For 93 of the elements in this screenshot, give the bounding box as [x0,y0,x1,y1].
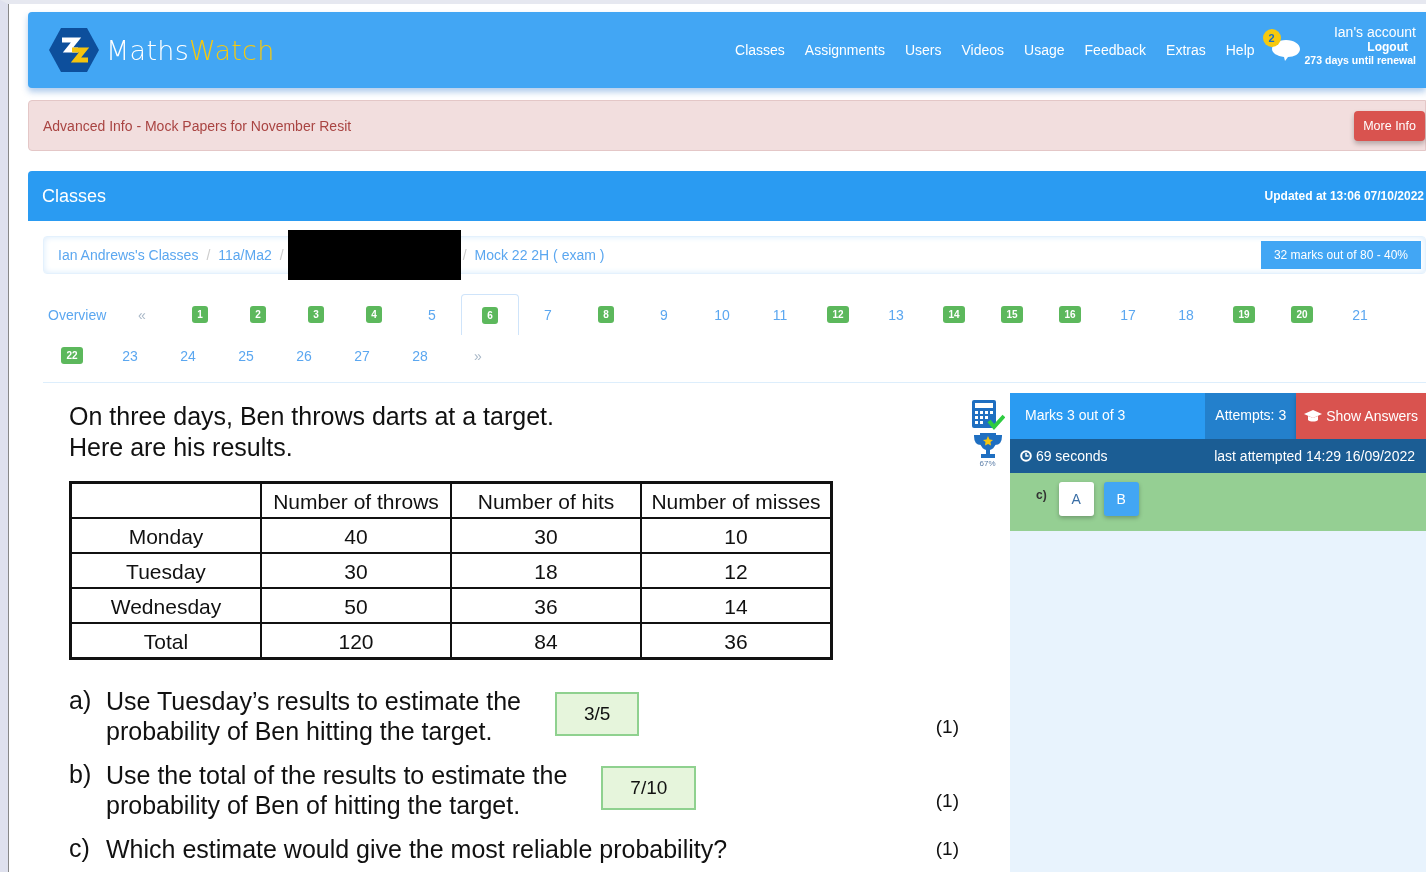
part-letter: c) [1036,488,1047,502]
marks-text: (1) [935,838,959,860]
overview-tab[interactable]: Overview [43,294,113,335]
question-tab[interactable]: 20 [1273,294,1331,335]
next-arrow[interactable]: » [449,335,507,376]
marks-summary: Marks 3 out of 3 [1024,406,1127,425]
question-tab[interactable]: 5 [403,294,461,335]
part-text: Use the total of the results to estimate the probability of Ben of hitting the target. [106,760,568,820]
answer-option-button[interactable]: B [1103,482,1139,516]
score-label: 32 marks out of 80 - 40% [1260,241,1421,269]
table-cell: 36 [451,588,641,623]
marks-text: (1) [935,716,959,738]
question-tab[interactable]: 16 [1041,294,1099,335]
breadcrumb-separator: / [279,247,284,263]
nav-link[interactable]: Classes [725,42,795,58]
part-letter: b) [69,760,93,789]
question-tab[interactable]: 18 [1157,294,1215,335]
question-tab[interactable]: 13 [867,294,925,335]
question-tab[interactable]: 23 [101,335,159,376]
question-tab[interactable]: 9 [635,294,693,335]
question-tab[interactable]: 7 [519,294,577,335]
nav-link[interactable]: Feedback [1074,42,1157,58]
question-tab[interactable]: 10 [693,294,751,335]
nav-link[interactable]: Extras [1156,42,1216,58]
row-label: Wednesday [70,588,261,623]
last-attempted-text: last attempted 14:29 16/09/2022 [1214,448,1415,464]
logo-icon [48,26,100,74]
question-tab[interactable]: 15 [983,294,1041,335]
part-text: Use Tuesday’s results to estimate the probability of Ben hitting the target. [106,686,521,746]
updated-text: Updated at 13:06 07/10/2022 [1264,189,1424,203]
more-info-button[interactable]: More Info [1354,110,1425,141]
logout-link[interactable]: Logout [1367,40,1408,54]
question-tab[interactable]: 26 [275,335,333,376]
breadcrumb-link[interactable]: Ian Andrews's Classes [58,247,199,263]
graduation-cap-icon [1304,410,1323,422]
question-tab[interactable]: 25 [217,335,275,376]
part-letter: c) [69,834,91,863]
table-cell: 50 [261,588,451,623]
answer-box[interactable]: 3/5 [555,692,640,736]
trophy-percent: 67% [979,459,996,468]
clock-icon [1020,450,1032,462]
renewal-text: 273 days until renewal [1304,54,1416,66]
table-cell: 40 [261,518,451,553]
breadcrumb-link[interactable]: 11a/Ma2 [218,247,272,263]
column-header: Number of misses [641,482,832,518]
previous-arrow[interactable]: « [113,294,171,335]
message-count-badge: 2 [1262,29,1281,47]
calculator-icon[interactable] [970,399,1005,431]
breadcrumb-separator: / [206,247,211,263]
question-tab[interactable]: 12 [809,294,867,335]
table-cell: 18 [451,553,641,588]
breadcrumb-separator: / [462,247,467,263]
question-tab[interactable]: 17 [1099,294,1157,335]
attempts-label: Attempts: 3 [1205,393,1297,439]
answer-box[interactable]: 7/10 [601,766,697,810]
question-tab[interactable]: 4 [345,294,403,335]
question-tab[interactable]: 6 [461,294,519,335]
answer-option-button[interactable]: A [1058,482,1094,516]
time-text: 69 seconds [1020,448,1108,464]
nav-link[interactable]: Users [894,42,952,58]
question-tab[interactable]: 3 [287,294,345,335]
nav-link[interactable]: Assignments [794,42,895,58]
table-cell: 30 [451,518,641,553]
question-tab[interactable]: 2 [229,294,287,335]
column-header: Number of throws [261,482,451,518]
question-tab[interactable]: 1 [171,294,229,335]
part-text: Which estimate would give the most reliable probability? [106,834,728,864]
question-tab[interactable]: 22 [43,335,101,376]
question-tab[interactable]: 21 [1331,294,1389,335]
question-tab[interactable]: 24 [159,335,217,376]
question-tab[interactable]: 8 [577,294,635,335]
nav-link[interactable]: Usage [1014,42,1075,58]
part-letter: a) [69,686,93,715]
row-label: Tuesday [70,553,261,588]
table-cell: 30 [261,553,451,588]
nav-link[interactable]: Videos [951,42,1015,58]
row-label: Monday [70,518,261,553]
column-header: Number of hits [451,482,641,518]
question-text: On three days, Ben throws darts at a target. Here are his results. [69,401,555,463]
question-tab[interactable]: 11 [751,294,809,335]
account-link[interactable]: Ian's account [1333,24,1416,40]
question-tab[interactable]: 28 [391,335,449,376]
show-answers-button[interactable]: Show Answers [1296,393,1426,439]
panel-title: Classes [42,185,107,207]
question-tab[interactable]: 14 [925,294,983,335]
alert-text: Advanced Info - Mock Papers for November Resit [43,117,352,134]
breadcrumb-link[interactable]: Mock 22 2H ( exam ) [474,247,605,263]
question-tab[interactable]: 19 [1215,294,1273,335]
question-tab[interactable]: 27 [333,335,391,376]
nav-link[interactable]: Help [1215,42,1265,58]
marks-text: (1) [935,790,959,812]
logo-text: MathsWatch [106,34,275,66]
trophy-icon[interactable] [973,433,1002,459]
